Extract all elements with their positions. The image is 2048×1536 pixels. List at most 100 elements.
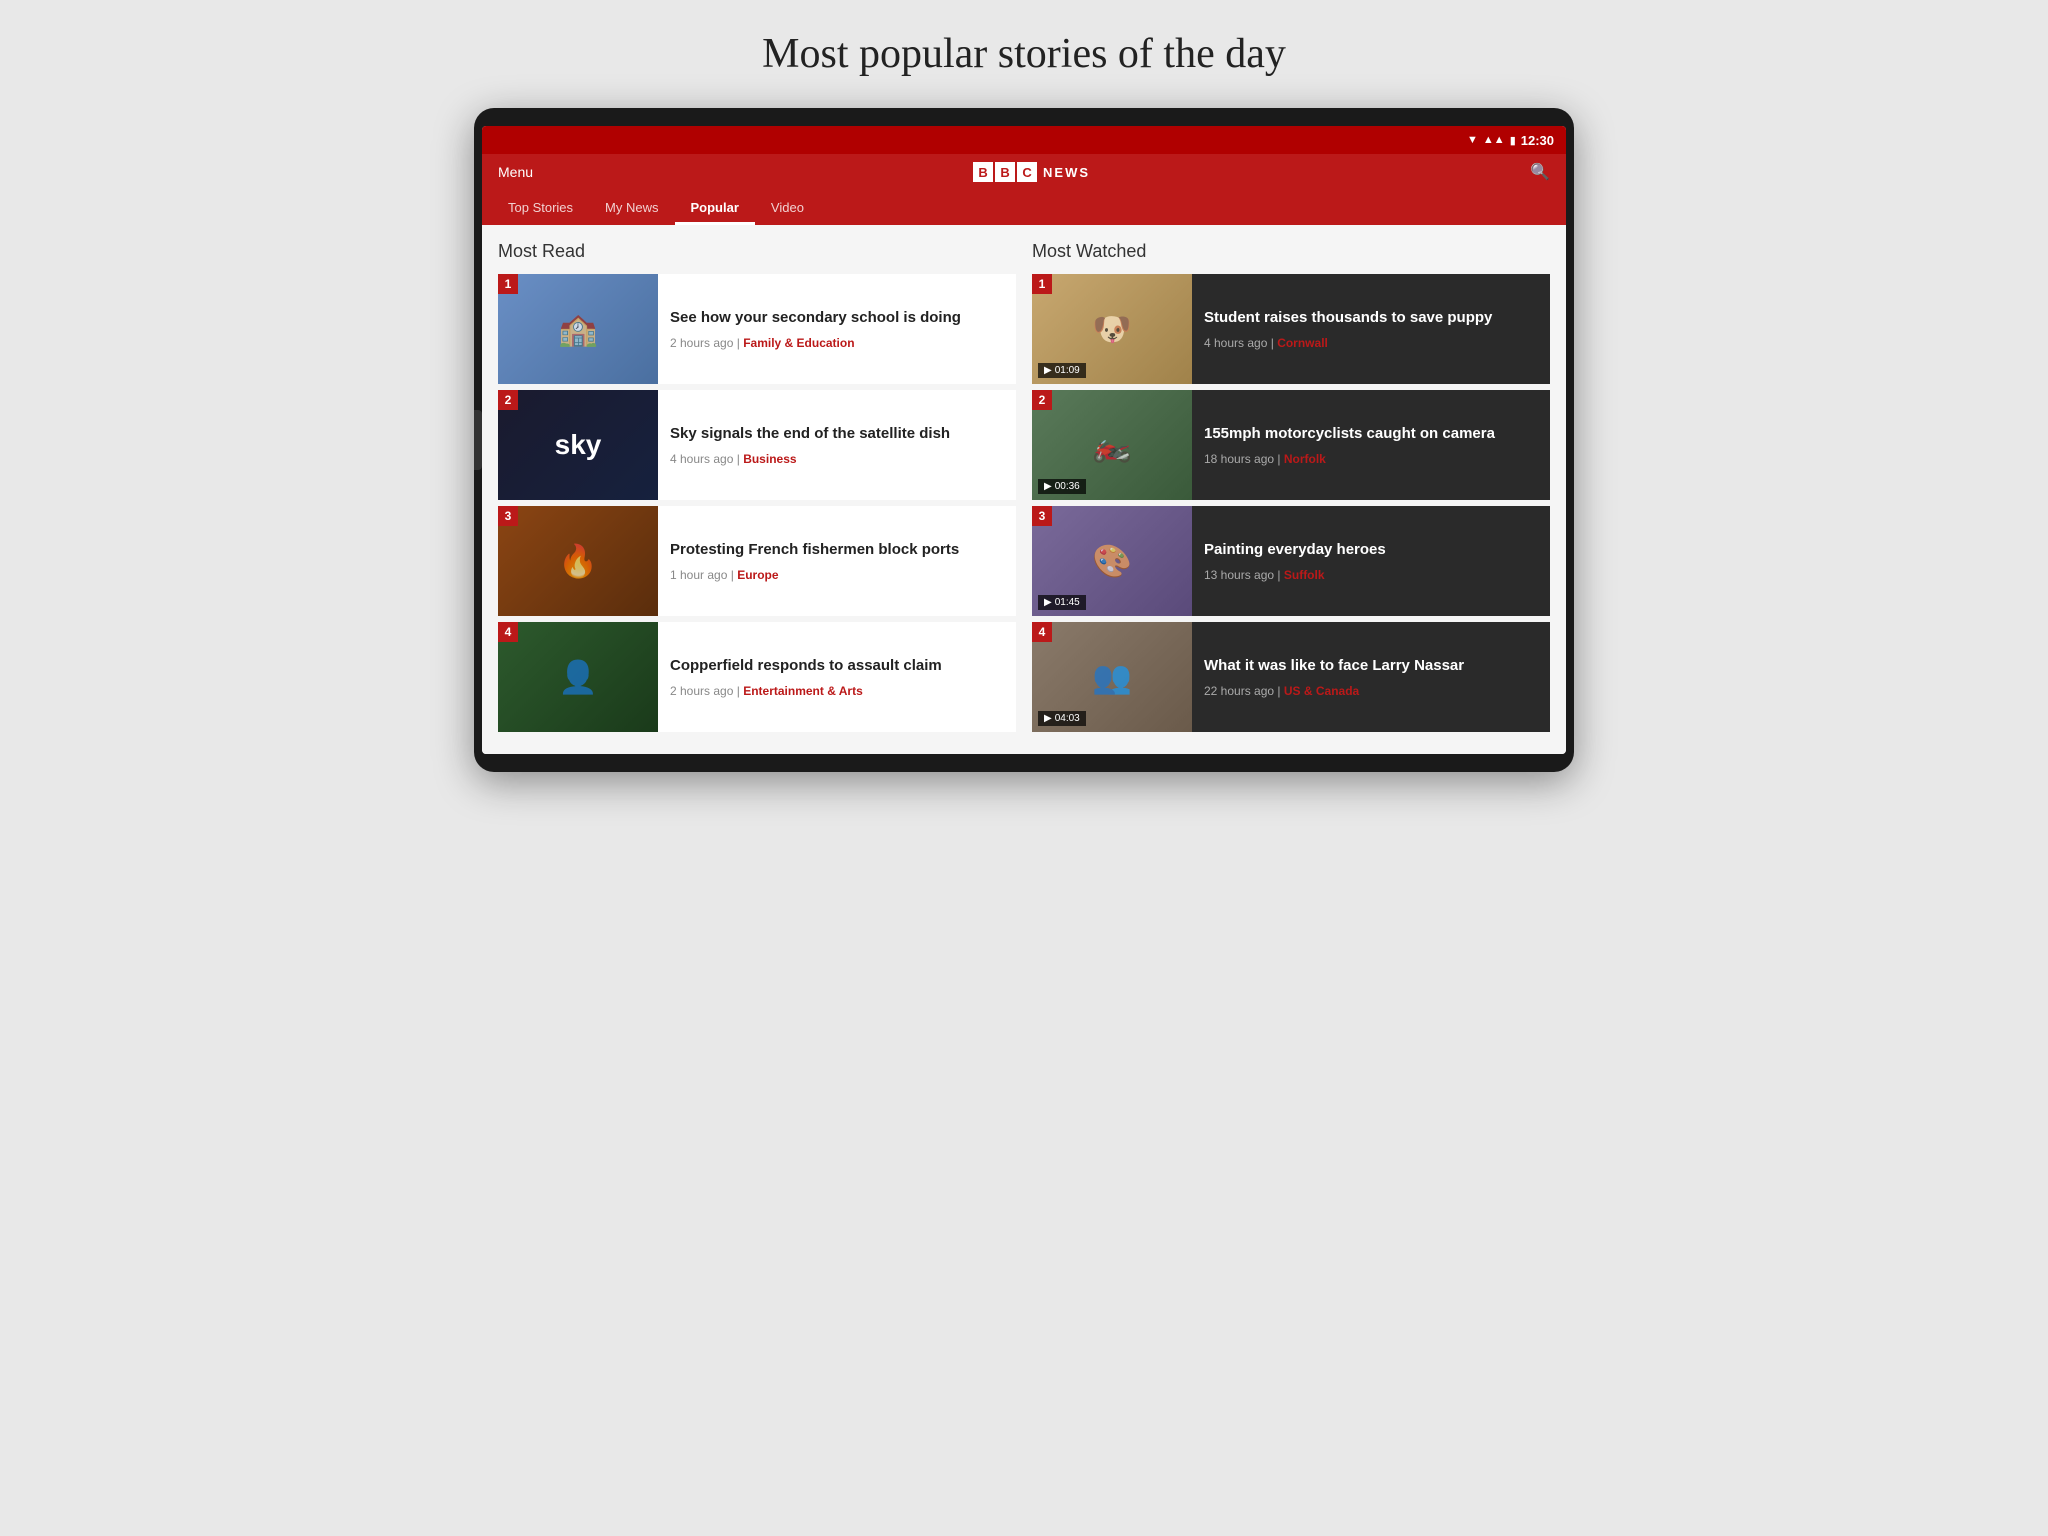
time-ago: 4 hours ago xyxy=(670,452,733,466)
menu-button[interactable]: Menu xyxy=(498,164,533,180)
play-overlay: ▶ 01:45 xyxy=(1038,595,1086,610)
item-meta: 4 hours ago | Cornwall xyxy=(1204,336,1492,350)
item-category[interactable]: Europe xyxy=(737,568,778,582)
most-read-item-2[interactable]: 2 sky Sky signals the end of the satelli… xyxy=(498,390,1016,500)
item-category[interactable]: US & Canada xyxy=(1284,684,1359,698)
most-watched-item-4[interactable]: 4 👥 ▶ 04:03 What it was like to face Lar… xyxy=(1032,622,1550,732)
rank-badge-v1: 1 xyxy=(1032,274,1052,294)
group-icon: 👥 xyxy=(1092,658,1132,696)
thumb-copperfield: 4 👤 xyxy=(498,622,658,732)
item-category[interactable]: Norfolk xyxy=(1284,452,1326,466)
item-title: Protesting French fishermen block ports xyxy=(670,540,959,560)
wifi-icon: ▼ xyxy=(1467,134,1478,146)
play-icon: ▶ xyxy=(1044,365,1052,376)
person-icon: 👤 xyxy=(558,658,598,696)
bbc-block-b2: B xyxy=(995,162,1015,182)
item-body: Copperfield responds to assault claim 2 … xyxy=(658,622,954,732)
item-body: Protesting French fishermen block ports … xyxy=(658,506,971,616)
most-watched-item-3[interactable]: 3 🎨 ▶ 01:45 Painting everyday heroes 13 … xyxy=(1032,506,1550,616)
bbc-blocks: B B C xyxy=(973,162,1037,182)
rank-badge-v2: 2 xyxy=(1032,390,1052,410)
time-ago: 1 hour ago xyxy=(670,568,727,582)
signal-icon: ▲▲ xyxy=(1483,134,1505,146)
item-category[interactable]: Family & Education xyxy=(743,336,854,350)
thumb-school: 1 🏫 xyxy=(498,274,658,384)
item-category[interactable]: Suffolk xyxy=(1284,568,1325,582)
play-overlay: ▶ 00:36 xyxy=(1038,479,1086,494)
tablet-frame: ▼ ▲▲ ▮ 12:30 Menu B B C NEWS 🔍 Top Stori… xyxy=(474,108,1574,772)
most-watched-item-2[interactable]: 2 🏍️ ▶ 00:36 155mph motorcyclists caught… xyxy=(1032,390,1550,500)
item-meta: 13 hours ago | Suffolk xyxy=(1204,568,1386,582)
status-time: 12:30 xyxy=(1521,133,1554,148)
item-body: What it was like to face Larry Nassar 22… xyxy=(1192,622,1476,732)
item-title: Painting everyday heroes xyxy=(1204,540,1386,560)
video-duration: 01:45 xyxy=(1055,597,1080,608)
item-title: What it was like to face Larry Nassar xyxy=(1204,656,1464,676)
tab-my-news[interactable]: My News xyxy=(589,190,674,225)
sky-thumbnail: sky xyxy=(498,390,658,500)
rank-badge-v4: 4 xyxy=(1032,622,1052,642)
item-meta: 2 hours ago | Family & Education xyxy=(670,336,961,350)
search-icon[interactable]: 🔍 xyxy=(1530,162,1550,182)
most-read-item-4[interactable]: 4 👤 Copperfield responds to assault clai… xyxy=(498,622,1016,732)
nav-tabs: Top Stories My News Popular Video xyxy=(482,190,1566,225)
item-meta: 2 hours ago | Entertainment & Arts xyxy=(670,684,942,698)
time-ago: 4 hours ago xyxy=(1204,336,1267,350)
bbc-logo: B B C NEWS xyxy=(973,162,1090,182)
item-category[interactable]: Cornwall xyxy=(1277,336,1328,350)
thumb-sky: 2 sky xyxy=(498,390,658,500)
app-header: Menu B B C NEWS 🔍 xyxy=(482,154,1566,190)
copperfield-thumbnail: 👤 xyxy=(498,622,658,732)
tab-top-stories[interactable]: Top Stories xyxy=(492,190,589,225)
tab-popular[interactable]: Popular xyxy=(675,190,755,225)
play-icon: ▶ xyxy=(1044,713,1052,724)
rank-badge-3: 3 xyxy=(498,506,518,526)
play-icon: ▶ xyxy=(1044,481,1052,492)
news-text: NEWS xyxy=(1043,165,1090,180)
school-icon: 🏫 xyxy=(558,310,598,348)
play-overlay: ▶ 04:03 xyxy=(1038,711,1086,726)
most-read-item-3[interactable]: 3 🔥 Protesting French fishermen block po… xyxy=(498,506,1016,616)
most-watched-item-1[interactable]: 1 🐶 ▶ 01:09 Student raises thousands to … xyxy=(1032,274,1550,384)
item-body: Student raises thousands to save puppy 4… xyxy=(1192,274,1504,384)
school-thumbnail: 🏫 xyxy=(498,274,658,384)
item-meta: 4 hours ago | Business xyxy=(670,452,950,466)
item-title: See how your secondary school is doing xyxy=(670,308,961,328)
item-category[interactable]: Business xyxy=(743,452,796,466)
rank-badge-1: 1 xyxy=(498,274,518,294)
tablet-screen: ▼ ▲▲ ▮ 12:30 Menu B B C NEWS 🔍 Top Stori… xyxy=(482,126,1566,754)
most-read-column: Most Read 1 🏫 See how your secondary sch… xyxy=(498,241,1016,738)
play-overlay: ▶ 01:09 xyxy=(1038,363,1086,378)
video-duration: 04:03 xyxy=(1055,713,1080,724)
moto-icon: 🏍️ xyxy=(1092,426,1132,464)
item-title: 155mph motorcyclists caught on camera xyxy=(1204,424,1495,444)
time-ago: 13 hours ago xyxy=(1204,568,1274,582)
puppy-icon: 🐶 xyxy=(1092,310,1132,348)
bbc-block-b1: B xyxy=(973,162,993,182)
most-watched-column: Most Watched 1 🐶 ▶ 01:09 Stud xyxy=(1032,241,1550,738)
thumb-painting: 3 🎨 ▶ 01:45 xyxy=(1032,506,1192,616)
play-icon: ▶ xyxy=(1044,597,1052,608)
fishermen-thumbnail: 🔥 xyxy=(498,506,658,616)
tablet-button xyxy=(474,410,482,470)
item-body: 155mph motorcyclists caught on camera 18… xyxy=(1192,390,1507,500)
thumb-motorcycles: 2 🏍️ ▶ 00:36 xyxy=(1032,390,1192,500)
most-watched-title: Most Watched xyxy=(1032,241,1550,262)
rank-badge-v3: 3 xyxy=(1032,506,1052,526)
item-body: Painting everyday heroes 13 hours ago | … xyxy=(1192,506,1398,616)
rank-badge-4: 4 xyxy=(498,622,518,642)
time-ago: 18 hours ago xyxy=(1204,452,1274,466)
video-duration: 01:09 xyxy=(1055,365,1080,376)
tab-video[interactable]: Video xyxy=(755,190,820,225)
fire-icon: 🔥 xyxy=(558,542,598,580)
time-ago: 2 hours ago xyxy=(670,336,733,350)
item-category[interactable]: Entertainment & Arts xyxy=(743,684,863,698)
status-bar: ▼ ▲▲ ▮ 12:30 xyxy=(482,126,1566,154)
paint-icon: 🎨 xyxy=(1092,542,1132,580)
video-duration: 00:36 xyxy=(1055,481,1080,492)
most-read-item-1[interactable]: 1 🏫 See how your secondary school is doi… xyxy=(498,274,1016,384)
status-icons: ▼ ▲▲ ▮ 12:30 xyxy=(1467,133,1554,148)
rank-badge-2: 2 xyxy=(498,390,518,410)
thumb-puppy: 1 🐶 ▶ 01:09 xyxy=(1032,274,1192,384)
item-meta: 18 hours ago | Norfolk xyxy=(1204,452,1495,466)
